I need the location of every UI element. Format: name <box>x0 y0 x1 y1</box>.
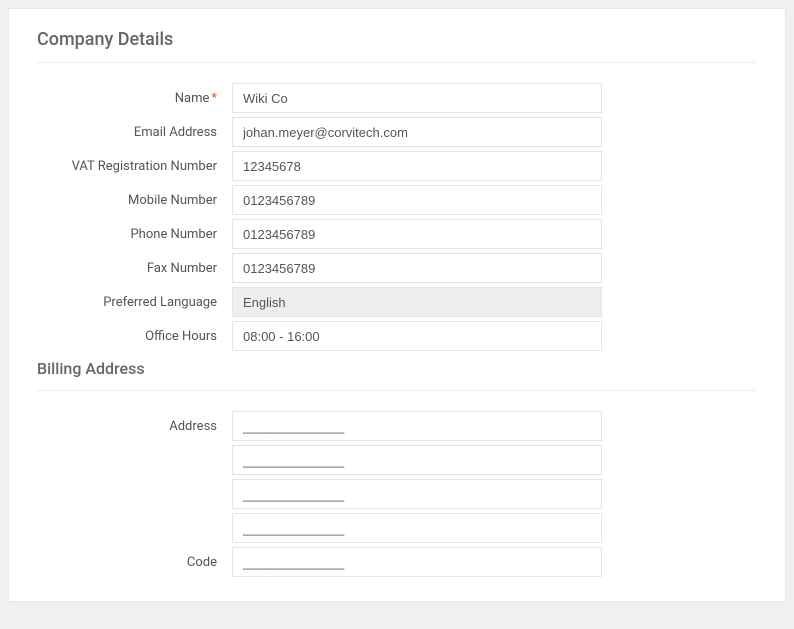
row-vat: VAT Registration Number <box>37 151 757 181</box>
vat-input[interactable] <box>232 151 602 181</box>
label-phone: Phone Number <box>37 220 232 249</box>
label-name: Name* <box>37 84 232 113</box>
row-fax: Fax Number <box>37 253 757 283</box>
label-code: Code <box>37 548 232 577</box>
required-asterisk: * <box>211 91 217 106</box>
name-input[interactable] <box>232 83 602 113</box>
label-vat: VAT Registration Number <box>37 152 232 181</box>
address-line3-input[interactable] <box>232 479 602 509</box>
label-address-blank3 <box>37 487 232 501</box>
company-details-panel: Company Details Name* Email Address VAT … <box>8 8 786 602</box>
row-name: Name* <box>37 83 757 113</box>
label-address: Address <box>37 412 232 441</box>
address-line4-input[interactable] <box>232 513 602 543</box>
label-email: Email Address <box>37 118 232 147</box>
section-title-billing: Billing Address <box>37 359 757 391</box>
language-input <box>232 287 602 317</box>
label-mobile: Mobile Number <box>37 186 232 215</box>
row-address-1: Address <box>37 411 757 441</box>
address-line2-input[interactable] <box>232 445 602 475</box>
label-address-blank4 <box>37 521 232 535</box>
row-language: Preferred Language <box>37 287 757 317</box>
phone-input[interactable] <box>232 219 602 249</box>
address-line1-input[interactable] <box>232 411 602 441</box>
label-address-blank2 <box>37 453 232 467</box>
row-address-4 <box>37 513 757 543</box>
label-language: Preferred Language <box>37 288 232 317</box>
row-address-3 <box>37 479 757 509</box>
label-fax: Fax Number <box>37 254 232 283</box>
row-mobile: Mobile Number <box>37 185 757 215</box>
label-hours: Office Hours <box>37 322 232 351</box>
code-input[interactable] <box>232 547 602 577</box>
row-address-2 <box>37 445 757 475</box>
row-email: Email Address <box>37 117 757 147</box>
fax-input[interactable] <box>232 253 602 283</box>
hours-input[interactable] <box>232 321 602 351</box>
email-input[interactable] <box>232 117 602 147</box>
row-phone: Phone Number <box>37 219 757 249</box>
row-hours: Office Hours <box>37 321 757 351</box>
mobile-input[interactable] <box>232 185 602 215</box>
section-title-company: Company Details <box>37 29 757 63</box>
row-code: Code <box>37 547 757 577</box>
